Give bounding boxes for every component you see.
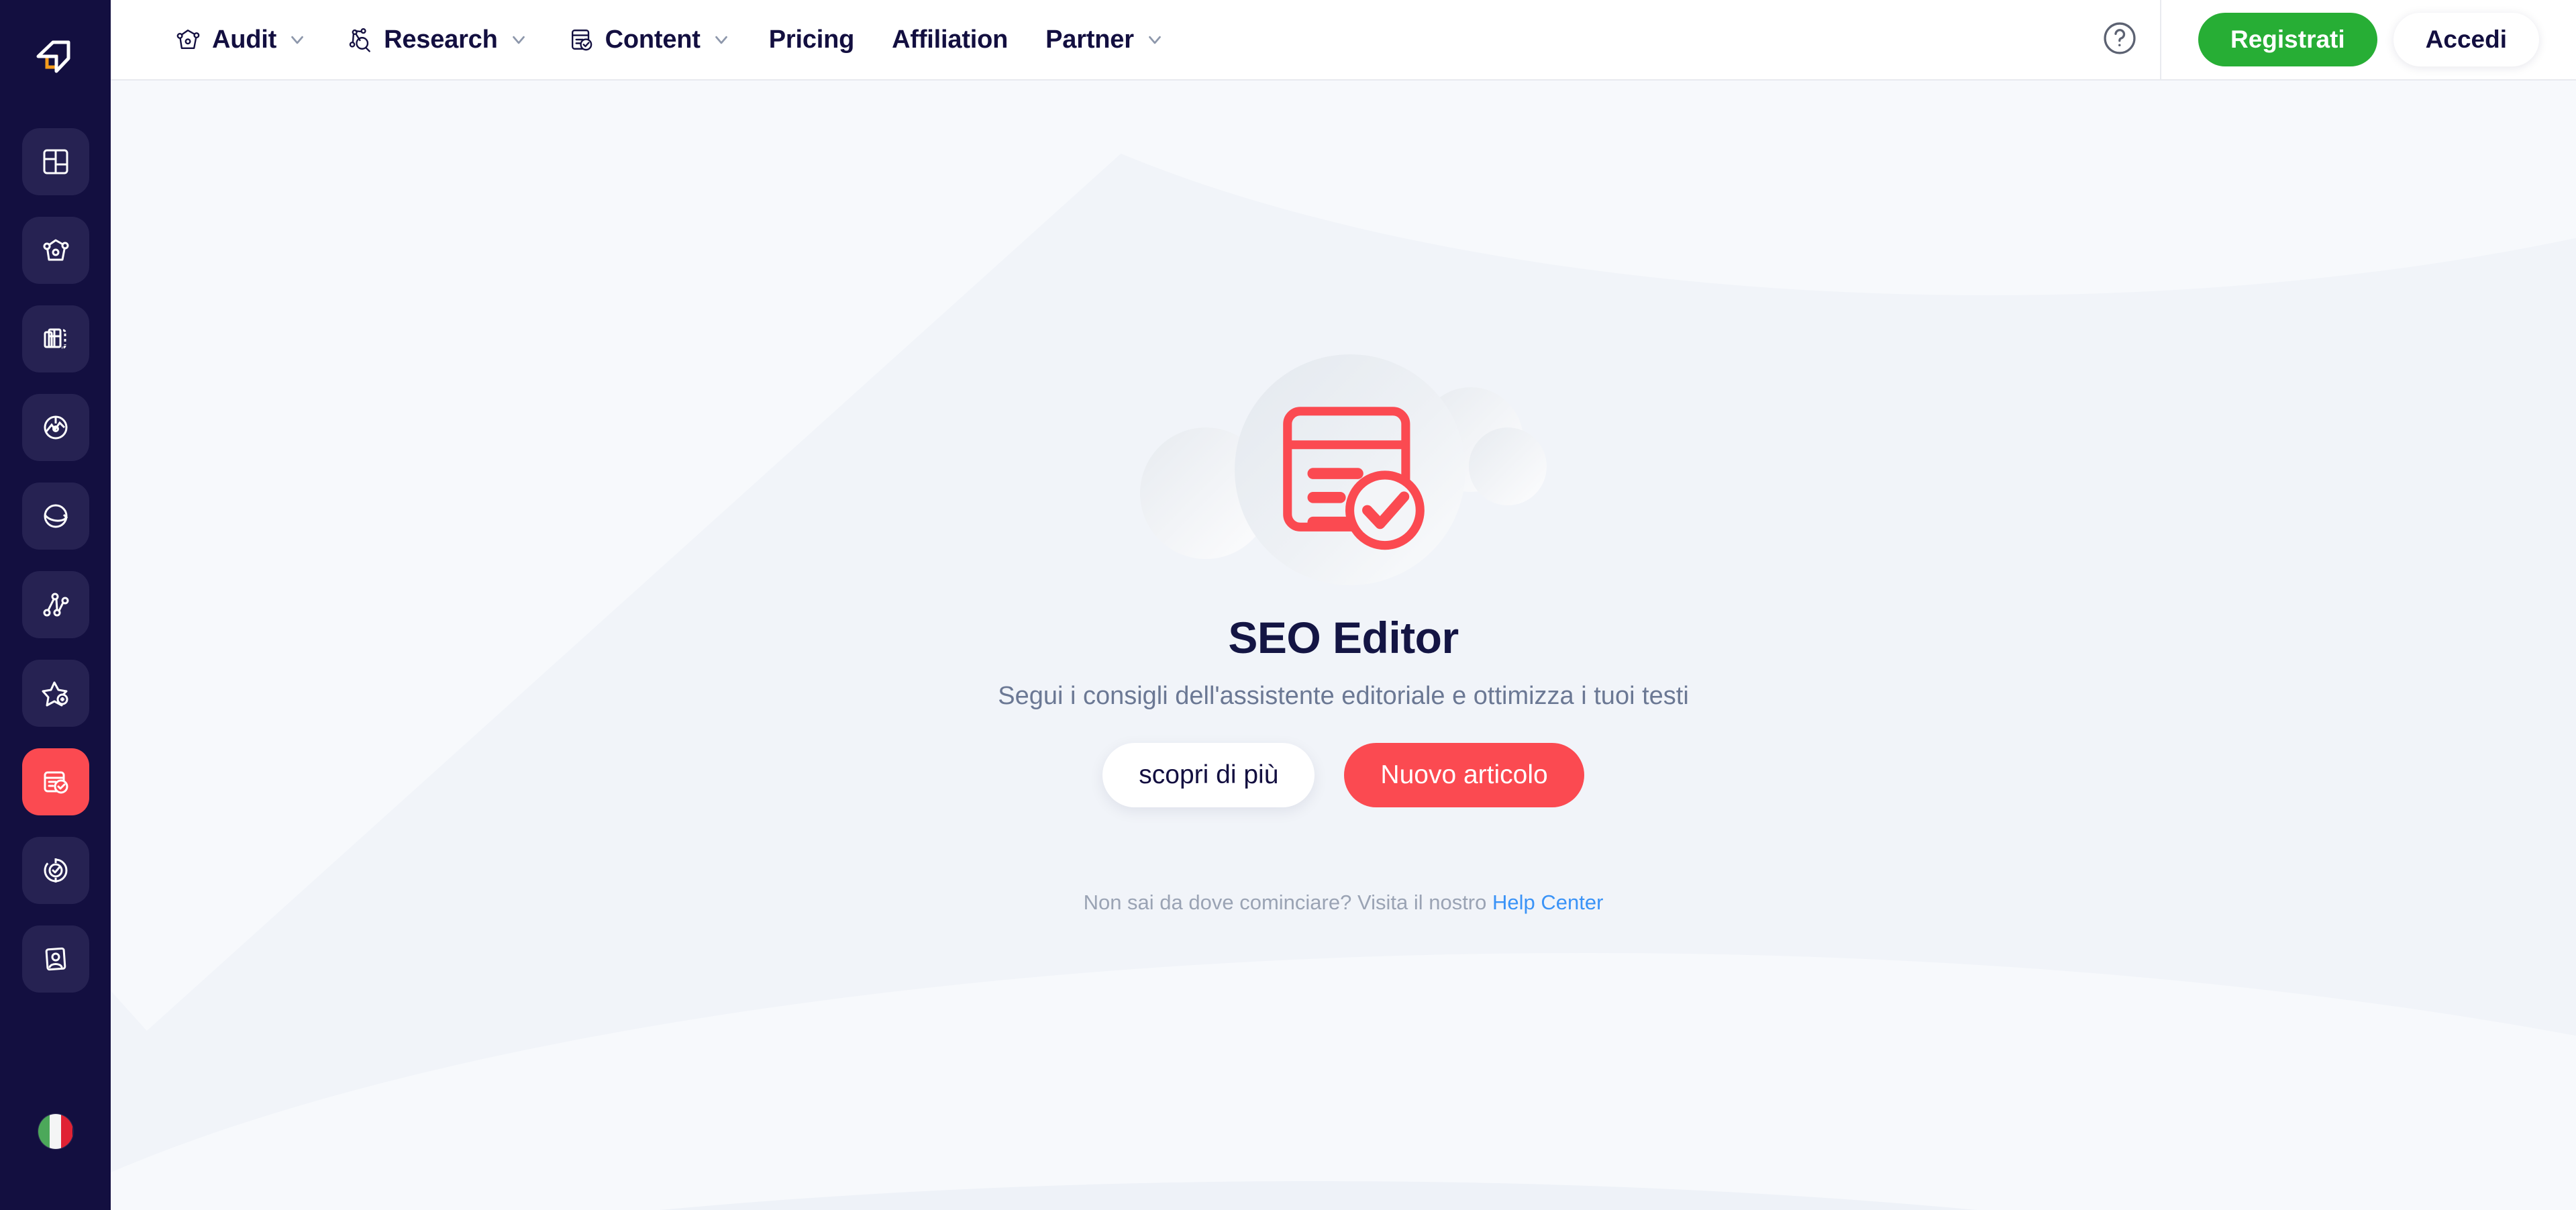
nav-item-label: Audit [212,25,277,54]
sphere-arrow-icon [40,500,72,532]
sidebar-item-seo-editor[interactable] [21,748,89,815]
sidebar-item-dashboard[interactable] [21,128,89,195]
new-article-button[interactable]: Nuovo articolo [1344,743,1584,807]
help-center-link[interactable]: Help Center [1492,891,1603,914]
sidebar-item-targeting[interactable] [21,837,89,904]
learn-more-button[interactable]: scopri di più [1102,743,1315,807]
pentagon-chart-icon [173,25,203,54]
seozoom-logo-icon [35,36,76,81]
empty-state-hero: SEO Editor Segui i consigli dell'assiste… [111,81,2576,1210]
help-center-hint: Non sai da dove cominciare? Visita il no… [1084,891,1604,915]
pentagon-chart-icon [40,234,72,266]
nav-item-research[interactable]: Research [326,0,548,80]
node-graph-icon [40,589,72,621]
chevron-down-icon [1145,30,1165,50]
nav-item-pricing[interactable]: Pricing [750,0,873,80]
sidebar-item-favorites[interactable] [21,660,89,727]
question-circle-icon [2101,19,2139,60]
nav-item-audit[interactable]: Audit [154,0,326,80]
nav-item-content[interactable]: Content [548,0,750,80]
nav-item-label: Research [384,25,498,54]
magnifier-node-icon [345,25,374,54]
flag-band-red [61,1114,73,1149]
login-button[interactable]: Accedi [2393,13,2539,66]
sidebar-item-list [21,128,89,993]
language-selector-italian-flag[interactable] [38,1114,73,1149]
star-plus-icon [40,677,72,709]
person-card-icon [40,943,72,975]
nav-item-affiliation[interactable]: Affiliation [873,0,1027,80]
nav-item-label: Partner [1045,25,1134,54]
help-hint-text: Non sai da dove cominciare? Visita il no… [1083,891,1492,914]
auth-buttons: Registrati Accedi [2161,13,2576,66]
app-logo[interactable] [0,0,111,117]
main-content-area: SEO Editor Segui i consigli dell'assiste… [111,81,2576,1210]
signup-button[interactable]: Registrati [2198,13,2377,66]
page-title: SEO Editor [1228,613,1459,662]
sidebar-item-compare-tables[interactable] [21,305,89,372]
chevron-down-icon [509,30,529,50]
table-copy-icon [40,323,72,355]
globe-chart-icon [40,411,72,444]
sidebar-item-audit[interactable] [21,217,89,284]
target-check-icon [40,854,72,887]
grid-layout-icon [40,146,72,178]
nav-item-label: Content [605,25,701,54]
document-check-cloud-illustration [1135,329,1551,597]
document-check-icon [566,25,596,54]
chevron-down-icon [287,30,307,50]
sidebar-item-international[interactable] [21,483,89,550]
page-subtitle: Segui i consigli dell'assistente editori… [998,682,1689,710]
sidebar-item-market[interactable] [21,394,89,461]
nav-item-partner[interactable]: Partner [1027,0,1184,80]
chevron-down-icon [711,30,731,50]
hero-action-buttons: scopri di più Nuovo articolo [1102,743,1584,807]
flag-band-white [49,1114,62,1149]
sidebar-item-profile[interactable] [21,925,89,993]
nav-item-label: Pricing [768,25,855,54]
top-header: Audit Research Content Pricing Affiliati… [111,0,2576,81]
help-button[interactable] [2079,0,2160,80]
main-navigation: Audit Research Content Pricing Affiliati… [154,0,1184,80]
header-actions: Registrati Accedi [2079,0,2576,80]
nav-item-label: Affiliation [892,25,1009,54]
document-check-icon [40,766,72,798]
sidebar-item-network[interactable] [21,571,89,638]
left-sidebar [0,0,111,1210]
flag-band-green [38,1114,50,1149]
